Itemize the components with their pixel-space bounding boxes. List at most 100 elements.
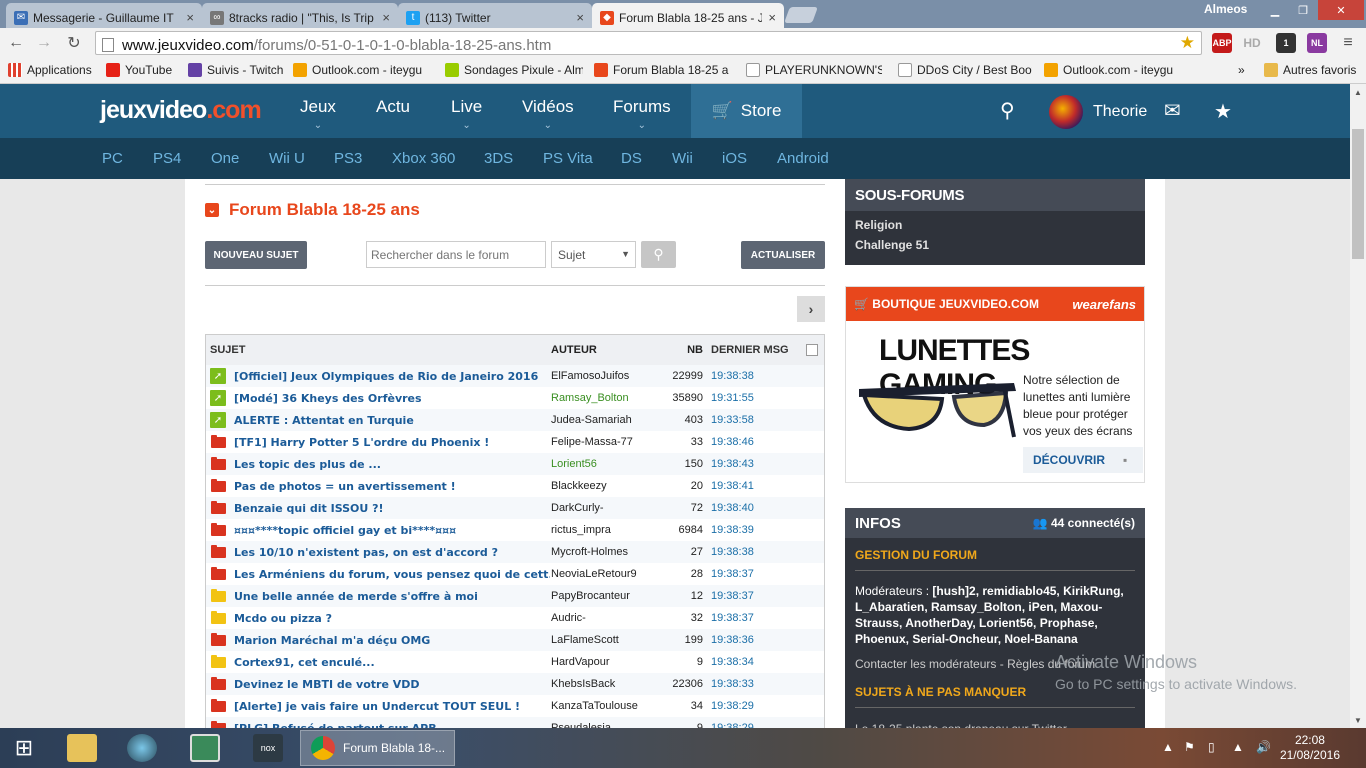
bookmark-forum[interactable]: Forum Blabla 18-25 a [594, 63, 736, 77]
topic-author[interactable]: Judea-Samariah [551, 414, 651, 426]
nav-jeux[interactable]: Jeux ⌄ [300, 97, 336, 131]
nav-videos[interactable]: Vidéos ⌄ [522, 97, 574, 131]
column-subject[interactable]: SUJET [210, 344, 550, 356]
other-bookmarks[interactable]: Autres favoris [1264, 63, 1356, 77]
next-page-button[interactable]: › [797, 296, 825, 322]
topic-link[interactable]: ¤¤¤****topic officiel gay et bi****¤¤¤ [234, 524, 456, 537]
topic-last-message[interactable]: 19:38:37 [711, 590, 754, 602]
select-all-checkbox[interactable] [806, 344, 818, 356]
bookmark-star-icon[interactable]: ★ [1180, 33, 1195, 53]
topic-last-message[interactable]: 19:33:58 [711, 414, 754, 426]
topic-link[interactable]: Cortex91, cet enculé... [234, 656, 375, 669]
shop-panel[interactable]: 🛒 BOUTIQUE JEUXVIDEO.COM wearefans LUNET… [845, 286, 1145, 483]
topic-link[interactable]: Les Arméniens du forum, vous pensez quoi… [234, 568, 550, 581]
system-clock[interactable]: 22:08 21/08/2016 [1280, 733, 1340, 763]
forward-icon[interactable]: → [34, 33, 54, 53]
topic-last-message[interactable]: 19:38:41 [711, 480, 754, 492]
chevron-down-icon[interactable]: ⌄ [205, 203, 219, 217]
nav-store[interactable]: 🛒 Store [691, 84, 802, 138]
platform-ds[interactable]: DS [621, 150, 642, 167]
table-row[interactable]: [PLG] Refusé de partout sur APB Pseudales… [206, 717, 824, 728]
topic-link[interactable]: [Alerte] je vais faire un Undercut TOUT … [234, 700, 520, 713]
refresh-button[interactable]: ACTUALISER [741, 241, 825, 269]
table-row[interactable]: [Alerte] je vais faire un Undercut TOUT … [206, 695, 824, 717]
search-button[interactable]: ⚲ [641, 241, 676, 268]
table-row[interactable]: Marion Maréchal m'a déçu OMG LaFlameScott… [206, 629, 824, 651]
new-topic-button[interactable]: NOUVEAU SUJET [205, 241, 307, 269]
platform-xbox360[interactable]: Xbox 360 [392, 150, 455, 167]
close-icon[interactable]: × [768, 10, 776, 25]
bookmark-outlook[interactable]: Outlook.com - iteygu [293, 63, 436, 77]
table-row[interactable]: ➚ [Officiel] Jeux Olympiques de Rio de Ja… [206, 365, 824, 387]
star-icon[interactable]: ★ [1214, 99, 1232, 124]
topic-link[interactable]: [Modé] 36 Kheys des Orfèvres [234, 392, 422, 405]
topic-author[interactable]: PapyBrocanteur [551, 590, 651, 602]
tab-twitter[interactable]: t (113) Twitter × [398, 3, 592, 28]
subforum-challenge[interactable]: Challenge 51 [845, 235, 1145, 255]
window-app-icon[interactable] [185, 730, 225, 766]
restore-button[interactable]: ❐ [1290, 0, 1316, 20]
scroll-up-icon[interactable]: ▲ [1350, 84, 1366, 100]
taskbar-chrome-window[interactable]: Forum Blabla 18-... [300, 730, 455, 766]
minimize-button[interactable]: ▁ [1262, 0, 1288, 20]
topic-last-message[interactable]: 19:38:43 [711, 458, 754, 470]
topic-last-message[interactable]: 19:38:38 [711, 546, 754, 558]
bookmark-pixule[interactable]: Sondages Pixule - Alm [445, 63, 583, 77]
missing-topic-link[interactable]: Le 18-25 plante son drapeau sur Twitter [845, 712, 1145, 728]
topic-author[interactable]: NeoviaLeRetour9 [551, 568, 651, 580]
topic-link[interactable]: Pas de photos = un avertissement ! [234, 480, 456, 493]
topic-link[interactable]: [TF1] Harry Potter 5 L'ordre du Phoenix … [234, 436, 489, 449]
menu-icon[interactable]: ≡ [1338, 33, 1358, 53]
bookmarks-more[interactable]: » [1238, 63, 1245, 77]
tray-expand-icon[interactable]: ▲ [1162, 740, 1174, 754]
topic-author[interactable]: Ramsay_Bolton [551, 392, 651, 404]
bookmark-pubg[interactable]: PLAYERUNKNOWN'S [746, 63, 882, 77]
topic-last-message[interactable]: 19:38:37 [711, 612, 754, 624]
scroll-thumb[interactable] [1352, 129, 1364, 259]
topic-last-message[interactable]: 19:38:36 [711, 634, 754, 646]
bookmark-youtube[interactable]: YouTube [106, 63, 182, 77]
topic-author[interactable]: Lorient56 [551, 458, 651, 470]
site-logo[interactable]: jeuxvideo.com [100, 96, 262, 125]
topic-last-message[interactable]: 19:38:37 [711, 568, 754, 580]
table-row[interactable]: ➚ ALERTE : Attentat en Turquie Judea-Samar… [206, 409, 824, 431]
table-row[interactable]: Devinez le MBTI de votre VDD KhebsIsBack 2… [206, 673, 824, 695]
platform-one[interactable]: One [211, 150, 239, 167]
tab-forum[interactable]: ◆ Forum Blabla 18-25 ans - J × [592, 3, 784, 28]
subforum-religion[interactable]: Religion [845, 211, 1145, 235]
topic-last-message[interactable]: 19:38:29 [711, 700, 754, 712]
topic-link[interactable]: Benzaie qui dit ISSOU ?! [234, 502, 384, 515]
platform-3ds[interactable]: 3DS [484, 150, 513, 167]
platform-ios[interactable]: iOS [722, 150, 747, 167]
new-tab-button[interactable] [784, 7, 818, 23]
topic-last-message[interactable]: 19:38:40 [711, 502, 754, 514]
device-icon[interactable]: ▯ [1208, 740, 1215, 754]
adblock-icon[interactable]: ABP [1212, 33, 1232, 53]
platform-psvita[interactable]: PS Vita [543, 150, 593, 167]
topic-link[interactable]: Les 10/10 n'existent pas, on est d'accor… [234, 546, 498, 559]
tab-messagerie[interactable]: ✉ Messagerie - Guillaume IT × [6, 3, 202, 28]
table-row[interactable]: [TF1] Harry Potter 5 L'ordre du Phoenix … [206, 431, 824, 453]
table-row[interactable]: Une belle année de merde s'offre à moi Pa… [206, 585, 824, 607]
close-icon[interactable]: × [576, 10, 584, 25]
flag-icon[interactable]: ⚑ [1184, 740, 1195, 754]
search-input[interactable] [366, 241, 546, 268]
topic-last-message[interactable]: 19:38:46 [711, 436, 754, 448]
column-last[interactable]: DERNIER MSG [711, 344, 789, 356]
topic-link[interactable]: Marion Maréchal m'a déçu OMG [234, 634, 430, 647]
platform-wii[interactable]: Wii [672, 150, 693, 167]
topic-link[interactable]: Les topic des plus de ... [234, 458, 381, 471]
scrollbar[interactable]: ▲ ▼ [1350, 84, 1366, 728]
nav-actu[interactable]: Actu [376, 97, 410, 117]
table-row[interactable]: Benzaie qui dit ISSOU ?! DarkCurly- 72 19:3… [206, 497, 824, 519]
platform-ps4[interactable]: PS4 [153, 150, 181, 167]
search-icon[interactable]: ⚲ [1000, 98, 1015, 123]
topic-author[interactable]: KanzaTaToulouse [551, 700, 651, 712]
bookmark-twitch[interactable]: Suivis - Twitch [188, 63, 286, 77]
network-icon[interactable]: ▲ [1232, 740, 1244, 754]
topic-link[interactable]: Mcdo ou pizza ? [234, 612, 332, 625]
topic-last-message[interactable]: 19:38:33 [711, 678, 754, 690]
windows-start-icon[interactable]: ⊞ [8, 730, 40, 766]
topic-last-message[interactable]: 19:31:55 [711, 392, 754, 404]
back-icon[interactable]: ← [6, 33, 26, 53]
